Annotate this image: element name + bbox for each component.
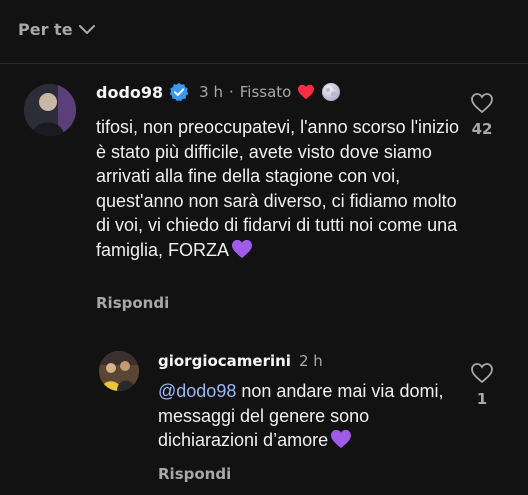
comment-text: tifosi, non preoccupatevi, l'anno scorso…: [96, 115, 461, 262]
like-control: 42: [468, 92, 496, 138]
comment-body: tifosi, non preoccupatevi, l'anno scorso…: [96, 117, 460, 260]
chevron-down-icon: [78, 24, 95, 34]
timestamp: 3 h: [199, 83, 223, 101]
reply-button[interactable]: Rispondi: [96, 294, 169, 312]
reply-header: giorgiocamerini 2 h: [158, 350, 323, 372]
like-control: 1: [468, 362, 496, 408]
like-count: 1: [476, 390, 488, 408]
heart-outline-icon[interactable]: [470, 92, 494, 114]
comment-header: dodo98 3 h · Fissato: [96, 80, 341, 104]
username[interactable]: dodo98: [96, 83, 163, 102]
purple-heart-icon: [232, 239, 253, 258]
username[interactable]: giorgiocamerini: [158, 352, 291, 370]
mention-link[interactable]: @dodo98: [158, 381, 236, 401]
verified-badge-icon: [169, 82, 189, 102]
avatar-image: [99, 351, 139, 391]
timestamp: 2 h: [298, 352, 323, 370]
pinned-label: Fissato: [239, 83, 292, 101]
divider: [0, 63, 528, 64]
avatar-image: [24, 84, 76, 136]
reply-text: @dodo98 non andare mai via domi, messagg…: [158, 379, 468, 453]
red-heart-icon: [298, 84, 315, 100]
avatar[interactable]: [99, 351, 139, 391]
sort-label: Per te: [18, 20, 73, 39]
separator: ·: [228, 83, 234, 101]
sort-dropdown[interactable]: Per te: [18, 20, 95, 39]
purple-heart-icon: [331, 429, 352, 449]
moon-icon: [322, 83, 341, 101]
avatar[interactable]: [24, 84, 76, 136]
like-count: 42: [471, 120, 493, 138]
reply-button[interactable]: Rispondi: [158, 465, 231, 483]
heart-outline-icon[interactable]: [470, 362, 494, 384]
